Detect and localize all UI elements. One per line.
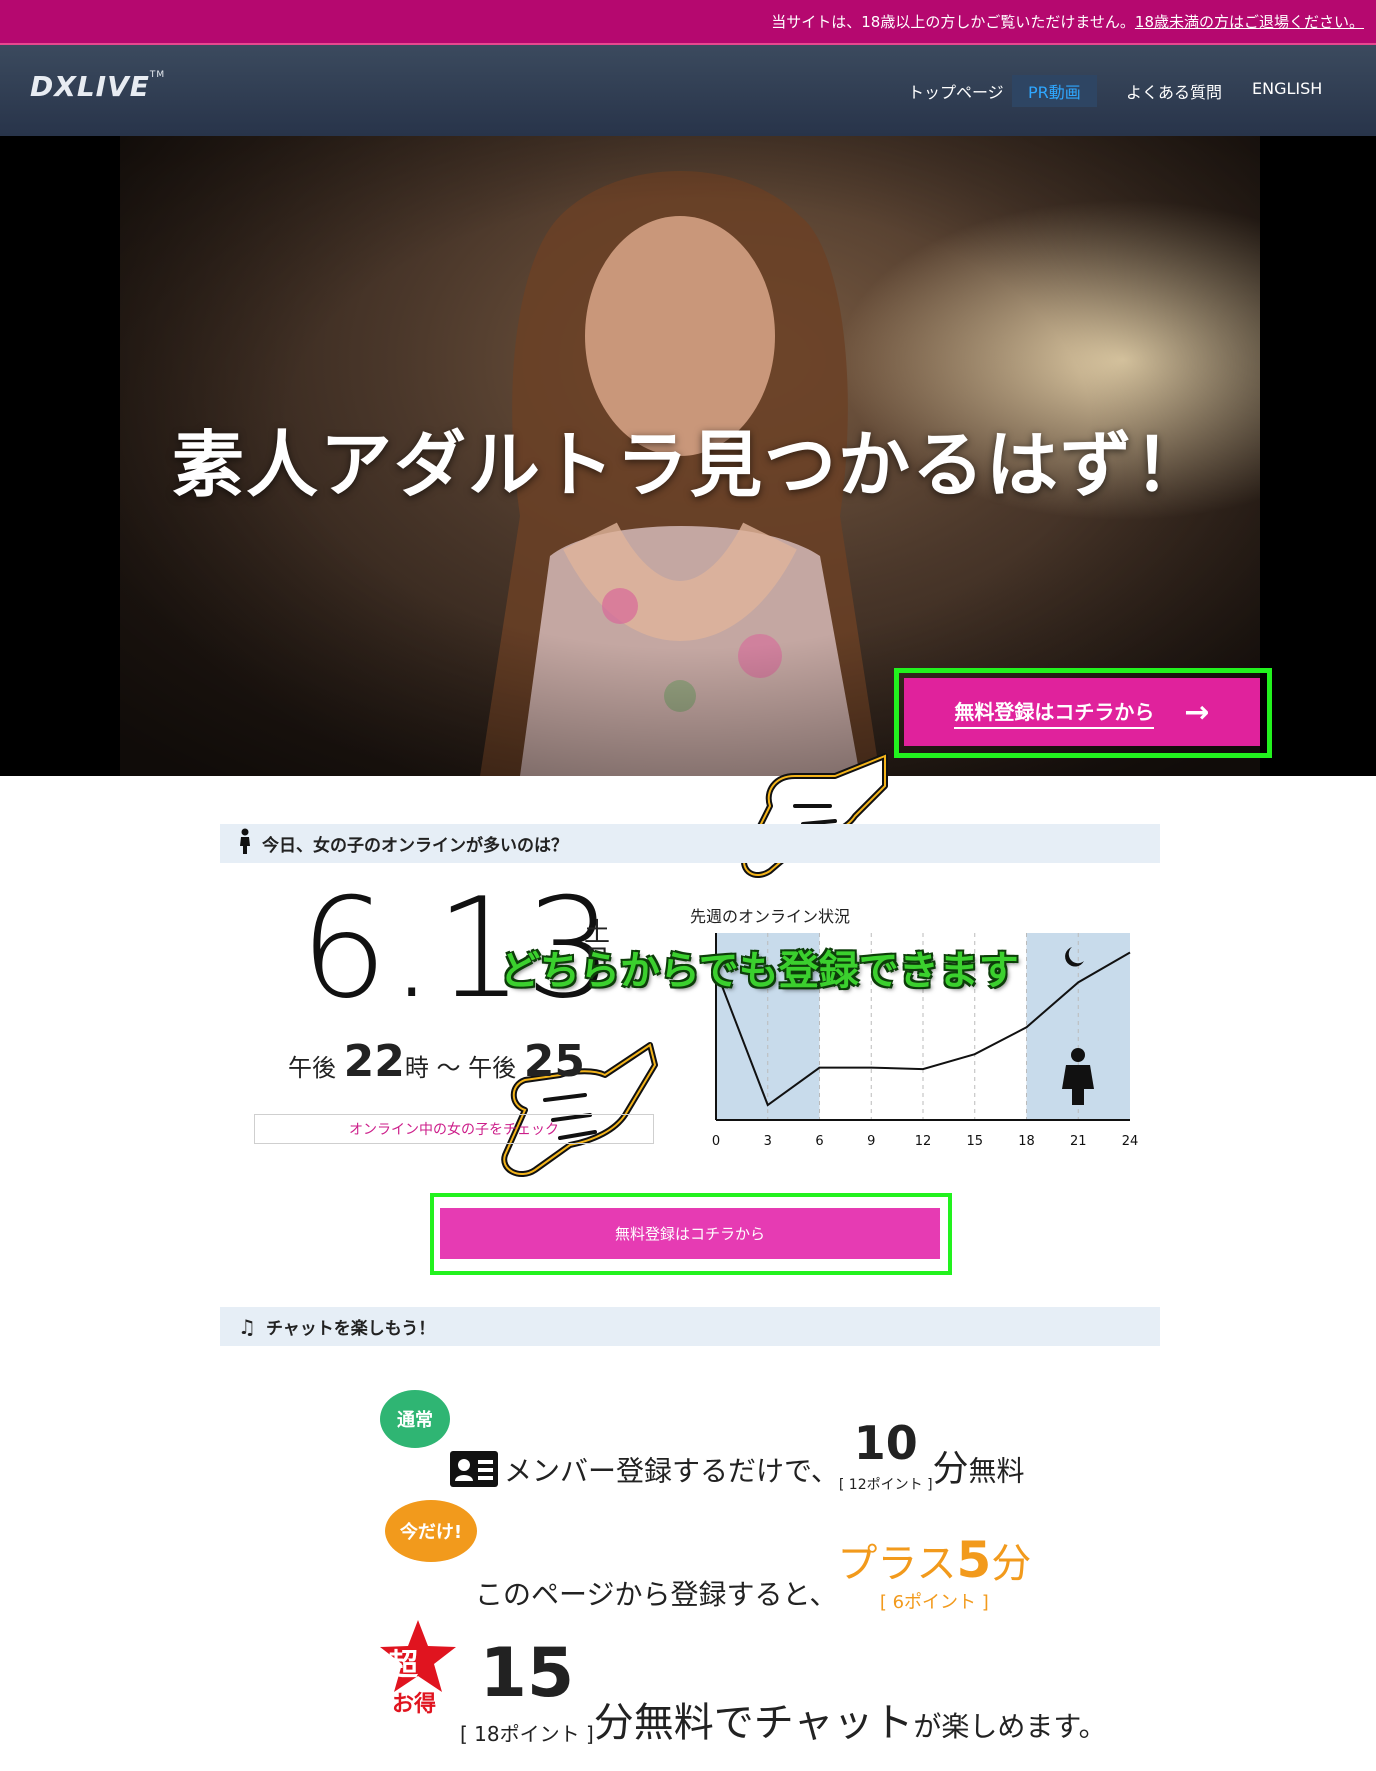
time-prefix-2: 午後	[468, 1054, 517, 1082]
line1-unit: 分	[932, 1448, 969, 1490]
hero-headline: 素人アダルトラ見つかるはず！	[171, 423, 1208, 507]
woman-icon	[238, 828, 252, 859]
badge-normal: 通常	[380, 1390, 450, 1448]
mid-register-button[interactable]: 無料登録はコチラから	[440, 1208, 940, 1259]
badge-super: 超	[388, 1648, 418, 1683]
time-prefix: 午後	[288, 1054, 336, 1082]
site-logo[interactable]: DXLIVETM	[30, 70, 165, 103]
line3-text: 分無料でチャット	[593, 1700, 914, 1746]
nav-faq[interactable]: よくある質問	[1126, 79, 1222, 103]
chart-xtick-label: 3	[764, 1134, 772, 1149]
member-card-icon	[450, 1451, 498, 1494]
line3-number: 15	[479, 1634, 575, 1713]
promo-line-1: メンバー登録するだけで、10[ 12ポイント ]分無料	[450, 1420, 1025, 1494]
logo-tm: TM	[149, 70, 166, 80]
chat-section-title: チャットを楽しもう！	[265, 1319, 436, 1339]
line1-text: メンバー登録するだけで、	[504, 1454, 839, 1488]
peak-time: 午後 22時 〜 午後 25	[288, 1036, 585, 1087]
chart-xtick-label: 21	[1070, 1134, 1087, 1149]
music-note-icon: ♫	[238, 1314, 256, 1339]
chart-xtick-label: 18	[1018, 1134, 1035, 1149]
arrow-right-icon: →	[1184, 694, 1210, 730]
promo-line-2: このページから登録すると、プラス5分[ 6ポイント ]	[475, 1535, 1031, 1613]
badge-super-sub: お得	[392, 1692, 437, 1717]
chart-xtick-label: 6	[815, 1134, 823, 1149]
line1-number: 10	[853, 1416, 918, 1470]
chart-xtick-label: 12	[915, 1134, 932, 1149]
nav-top-page[interactable]: トップページ	[908, 79, 1004, 103]
line2-points: [ 6ポイント ]	[879, 1592, 989, 1613]
line3-tail: が楽しめます。	[913, 1710, 1107, 1743]
time-end: 25	[523, 1036, 586, 1087]
nav-pr-video[interactable]: PR動画	[1012, 75, 1097, 107]
line2-unit: 分	[991, 1541, 1032, 1587]
nav-english[interactable]: ENGLISH	[1252, 79, 1322, 98]
check-online-girls-button[interactable]: オンライン中の女の子をチェック	[254, 1114, 654, 1144]
chart-xtick-label: 9	[867, 1134, 875, 1149]
exit-link[interactable]: 18歳未満の方はご退場ください。	[1135, 13, 1364, 31]
chart-xtick-label: 24	[1122, 1134, 1139, 1149]
woman-chart-icon-head	[1071, 1048, 1085, 1062]
chat-section-header: ♫ チャットを楽しもう！	[220, 1307, 1160, 1346]
time-unit: 時	[404, 1054, 429, 1082]
line1-tail: 無料	[968, 1454, 1025, 1488]
chart-xtick-label: 15	[966, 1134, 983, 1149]
line3-points: [ 18ポイント ]	[460, 1722, 594, 1746]
online-section-header: 今日、女の子のオンラインが多いのは？	[220, 824, 1160, 863]
pointing-hand-icon	[741, 753, 888, 878]
age-notice-bar: 当サイトは、18歳以上の方しかご覧いただけません。18歳未満の方はご退場ください…	[0, 0, 1376, 45]
line2-plus: プラス	[837, 1541, 957, 1587]
chart-title: 先週のオンライン状況	[690, 907, 851, 926]
age-notice: 当サイトは、18歳以上の方しかご覧いただけません。18歳未満の方はご退場ください…	[771, 11, 1364, 32]
time-sep: 〜	[436, 1054, 461, 1082]
register-either-overlay: どちらからでも登録できます	[500, 948, 1019, 994]
hero-register-button[interactable]: 無料登録はコチラから →	[904, 678, 1260, 746]
hero-register-label: 無料登録はコチラから	[954, 696, 1155, 729]
age-notice-text: 当サイトは、18歳以上の方しかご覧いただけません。	[771, 13, 1135, 31]
promo-line-3: 15[ 18ポイント ]分無料でチャットが楽しめます。	[460, 1640, 1107, 1748]
site-header: DXLIVETM トップページ PR動画 よくある質問 ENGLISH	[0, 45, 1376, 136]
line2-text: このページから登録すると、	[475, 1578, 838, 1611]
chart-xtick-label: 0	[712, 1134, 720, 1149]
online-section-title: 今日、女の子のオンラインが多いのは？	[262, 836, 568, 856]
line2-number: 5	[956, 1531, 992, 1589]
badge-limited: 今だけ!	[385, 1500, 477, 1562]
logo-text: DXLIVE	[30, 70, 150, 103]
time-start: 22	[343, 1036, 405, 1087]
line1-points: [ 12ポイント ]	[838, 1477, 933, 1493]
